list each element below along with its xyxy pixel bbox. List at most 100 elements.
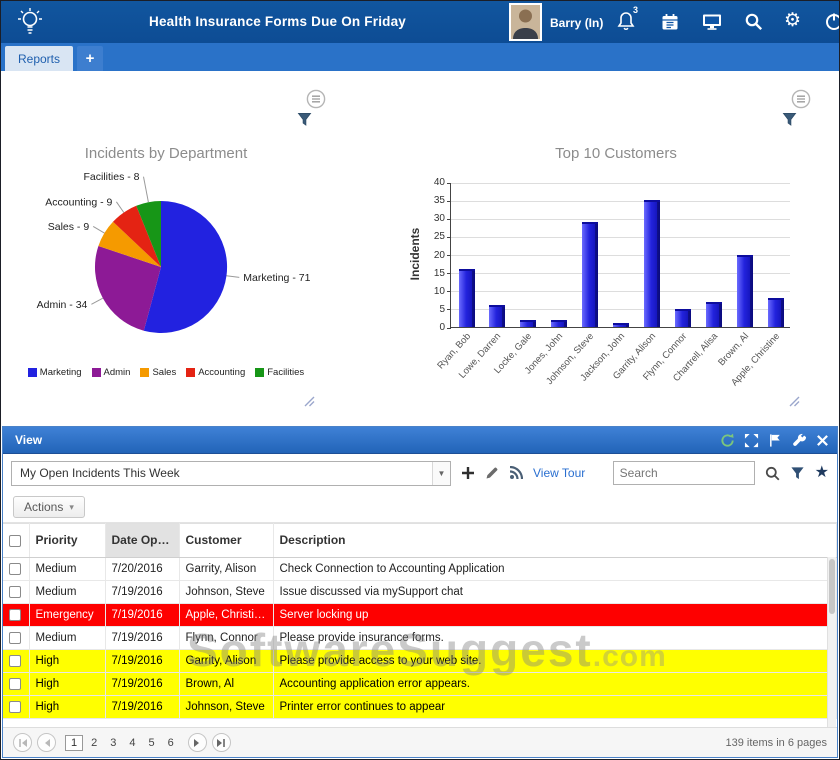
incidents-tbody: Medium 7/20/2016 Garrity, Alison Check Conn…	[3, 557, 837, 719]
page-button-4[interactable]: 4	[124, 736, 140, 750]
bar-lowe-darren	[489, 305, 506, 327]
actions-button[interactable]: Actions ▾	[13, 496, 85, 518]
y-tick-label: 25	[433, 231, 445, 243]
first-page-button[interactable]	[13, 733, 32, 752]
add-tab-button[interactable]: +	[77, 46, 103, 71]
header-search-icon[interactable]	[744, 12, 763, 36]
monitor-icon[interactable]	[702, 13, 722, 36]
customer-cell: Garrity, Alison	[179, 649, 274, 673]
page-button-5[interactable]: 5	[144, 736, 160, 750]
table-row[interactable]: High 7/19/2016 Garrity, Alison Please provi…	[3, 649, 837, 673]
resize-handle[interactable]	[789, 394, 800, 412]
y-tick	[447, 218, 451, 220]
flag-icon[interactable]	[768, 433, 783, 448]
table-scrollbar[interactable]	[827, 557, 836, 727]
view-selector-value: My Open Incidents This Week	[20, 466, 180, 480]
pie-widget: Incidents by Department Marketing - 71 Ad…	[1, 71, 331, 416]
tab-bar: Reports +	[1, 43, 839, 71]
col-customer[interactable]: Customer	[179, 523, 274, 558]
close-icon[interactable]	[816, 434, 829, 447]
view-selector-dropdown[interactable]: My Open Incidents This Week ▼	[11, 460, 451, 486]
next-page-button[interactable]	[187, 733, 207, 752]
search-input[interactable]	[612, 461, 755, 485]
legend-label: Admin	[103, 367, 131, 378]
col-description-label: Description	[279, 533, 346, 547]
legend-swatch	[27, 368, 37, 377]
settings-gear-icon[interactable]: ⚙	[784, 9, 801, 33]
add-icon[interactable]	[461, 466, 475, 480]
col-date-opened[interactable]: Date Opened▾	[105, 523, 180, 558]
row-checkbox[interactable]	[9, 585, 21, 598]
avatar[interactable]	[509, 3, 542, 41]
pie-label-line	[92, 225, 105, 234]
date-opened-cell: 7/19/2016	[105, 695, 180, 719]
row-checkbox[interactable]	[9, 608, 21, 621]
bar-jones-john	[551, 319, 568, 327]
power-icon[interactable]	[825, 12, 839, 36]
calendar-icon[interactable]	[661, 13, 679, 36]
prev-page-button[interactable]	[37, 733, 56, 752]
scrollbar-thumb[interactable]	[829, 559, 835, 614]
select-all-checkbox[interactable]	[9, 534, 21, 547]
y-tick-label: 20	[433, 249, 445, 261]
table-row[interactable]: High 7/19/2016 Brown, Al Accounting applica…	[3, 672, 837, 696]
pie-label-line	[143, 176, 149, 203]
customer-cell: Flynn, Connor	[179, 626, 274, 650]
page-button-2[interactable]: 2	[86, 736, 102, 750]
row-checkbox[interactable]	[9, 631, 21, 644]
legend-swatch	[255, 368, 265, 377]
description-cell: Please provide insurance forms.	[273, 626, 837, 650]
notification-badge: 3	[633, 5, 639, 15]
row-checkbox[interactable]	[9, 677, 21, 690]
page-button-3[interactable]: 3	[105, 736, 121, 750]
wrench-icon[interactable]	[792, 433, 807, 448]
edit-pencil-icon[interactable]	[485, 466, 499, 480]
last-page-button[interactable]	[211, 733, 231, 752]
refresh-icon[interactable]	[720, 433, 735, 448]
search-icon[interactable]	[765, 466, 780, 481]
row-checkbox[interactable]	[9, 562, 21, 575]
y-tick-label: 5	[439, 303, 445, 315]
pie-label: Sales - 9	[48, 221, 90, 233]
col-description[interactable]: Description	[273, 523, 837, 558]
table-row[interactable]: Emergency 7/19/2016 Apple, Christine Server…	[3, 603, 837, 627]
rss-feed-icon[interactable]	[509, 466, 523, 480]
legend-item: Sales	[140, 367, 176, 378]
filter-funnel-icon[interactable]	[297, 112, 312, 132]
view-tour-link[interactable]: View Tour	[533, 466, 585, 480]
col-priority[interactable]: Priority	[29, 523, 106, 558]
row-checkbox[interactable]	[9, 654, 21, 667]
actions-row: Actions ▾	[3, 492, 837, 523]
filter-funnel-icon[interactable]	[782, 112, 797, 132]
table-row[interactable]: High 7/19/2016 Johnson, Steve Printer error…	[3, 695, 837, 719]
page-button-6[interactable]: 6	[163, 736, 179, 750]
bar-chart-title: Top 10 Customers	[555, 145, 677, 162]
table-row[interactable]: Medium 7/19/2016 Johnson, Steve Issue discu…	[3, 580, 837, 604]
pie-chart-svg: Marketing - 71 Admin - 34 Sales - 9 Account…	[37, 171, 311, 333]
user-label[interactable]: Barry (In)	[550, 16, 603, 30]
widget-menu-icon[interactable]	[306, 89, 326, 114]
pie-label: Admin - 34	[37, 299, 88, 311]
view-panel-header: View	[3, 427, 837, 454]
select-all-header	[3, 523, 30, 558]
pie-legend: Marketing Admin Sales Accounting Facilities	[1, 367, 331, 378]
widget-menu-icon[interactable]	[791, 89, 811, 114]
description-cell: Please provide access to your web site.	[273, 649, 837, 673]
date-opened-cell: 7/20/2016	[105, 557, 180, 581]
expand-icon[interactable]	[744, 433, 759, 448]
bar-garrity-alison	[643, 200, 660, 327]
description-cell: Server locking up	[273, 603, 837, 627]
date-opened-cell: 7/19/2016	[105, 603, 180, 627]
tab-reports[interactable]: Reports	[5, 46, 73, 71]
page-button-1[interactable]: 1	[65, 734, 84, 751]
lightbulb-icon[interactable]	[16, 7, 44, 42]
resize-handle[interactable]	[304, 394, 315, 412]
filter-funnel-icon[interactable]	[790, 466, 805, 481]
table-row[interactable]: Medium 7/19/2016 Flynn, Connor Please provi…	[3, 626, 837, 650]
row-checkbox[interactable]	[9, 700, 21, 713]
dropdown-caret-icon[interactable]: ▼	[432, 461, 450, 485]
priority-cell: Medium	[29, 626, 106, 650]
favorite-star-icon[interactable]: ★	[815, 465, 829, 481]
table-row[interactable]: Medium 7/20/2016 Garrity, Alison Check Conn…	[3, 557, 837, 581]
y-tick-label: 35	[433, 195, 445, 207]
